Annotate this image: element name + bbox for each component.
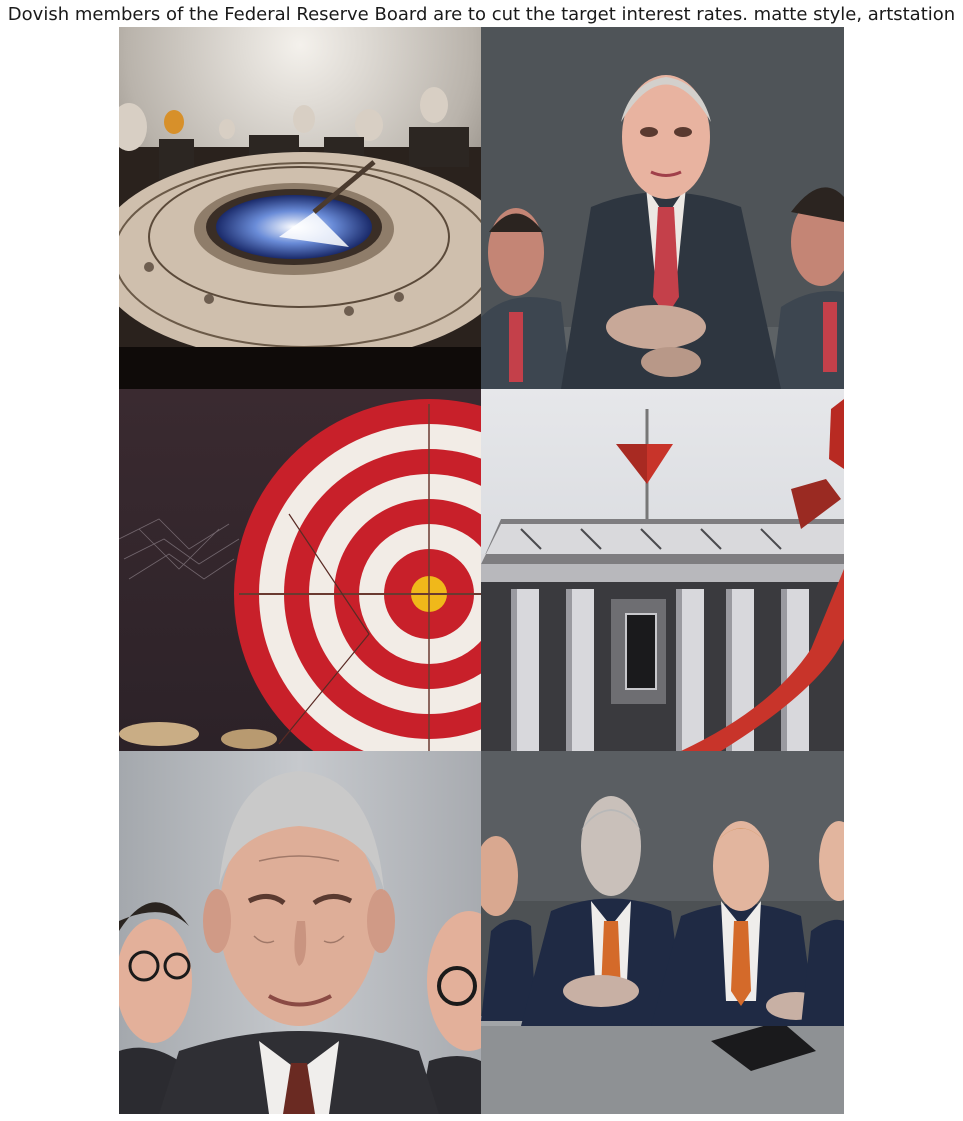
panel-target <box>119 389 481 751</box>
panel-board-portrait <box>481 27 844 389</box>
panel-building <box>481 389 844 751</box>
chairman-closeup-image <box>119 751 481 1114</box>
panel-chairman-closeup <box>119 751 481 1114</box>
panel-members-table <box>481 751 844 1114</box>
board-portrait-image <box>481 27 844 389</box>
figure-title: Dovish members of the Federal Reserve Bo… <box>7 4 956 25</box>
members-table-image <box>481 751 844 1114</box>
target-image <box>119 389 481 751</box>
image-grid <box>119 27 844 1114</box>
round-table-image <box>119 27 481 389</box>
building-image <box>481 389 844 751</box>
panel-round-table <box>119 27 481 389</box>
